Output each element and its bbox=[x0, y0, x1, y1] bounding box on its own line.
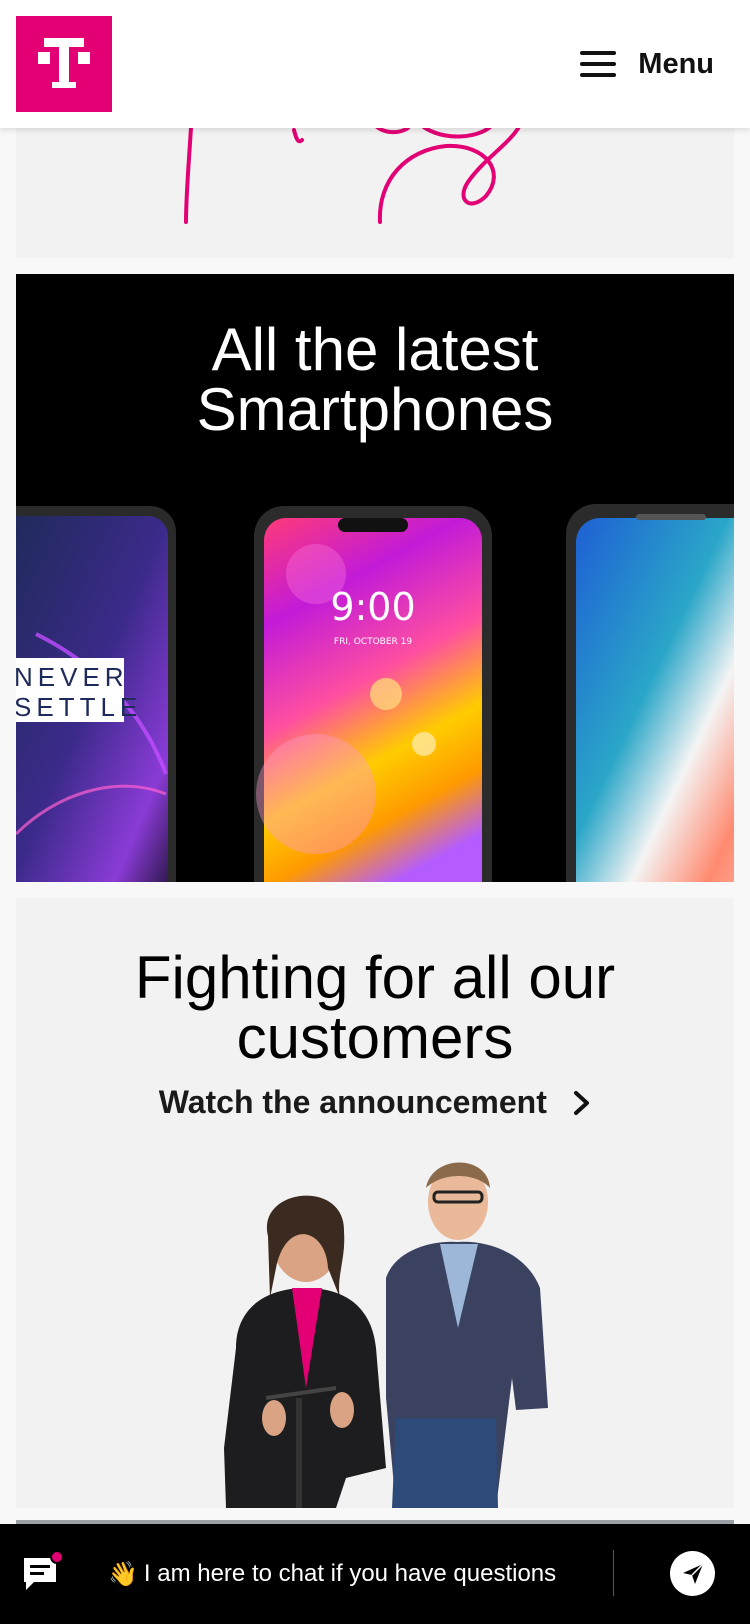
chat-prompt[interactable]: 👋 I am here to chat if you have question… bbox=[108, 1524, 556, 1624]
watch-announcement-label: Watch the announcement bbox=[158, 1084, 547, 1120]
site-header: Menu bbox=[0, 0, 750, 128]
smartphones-title: All the latest Smartphones bbox=[16, 320, 734, 440]
t-mobile-logo[interactable] bbox=[16, 16, 112, 112]
smartphones-title-line2: Smartphones bbox=[196, 376, 554, 443]
watch-announcement-link[interactable]: Watch the announcement bbox=[16, 1084, 734, 1121]
menu-label: Menu bbox=[638, 47, 714, 80]
signature-card bbox=[16, 110, 734, 258]
chat-divider bbox=[613, 1550, 614, 1596]
phone-time: 9:00 bbox=[330, 585, 415, 629]
wave-emoji: 👋 bbox=[108, 1560, 138, 1588]
settle-text: SETTLE bbox=[16, 692, 142, 722]
smartphones-title-line1: All the latest bbox=[211, 316, 539, 383]
phone-date: FRI, OCTOBER 19 bbox=[334, 637, 412, 647]
menu-button[interactable]: Menu bbox=[580, 42, 714, 86]
send-arrow-icon bbox=[682, 1562, 704, 1584]
fighting-card: Fighting for all our customers Watch the… bbox=[16, 898, 734, 1508]
fighting-title-line1: Fighting for all our bbox=[134, 944, 616, 1011]
never-text: NEVER bbox=[16, 662, 129, 692]
fighting-title: Fighting for all our customers bbox=[16, 948, 734, 1068]
smartphones-card[interactable]: NEVER SETTLE 9:00 FRI, OCTOBER 19 All th… bbox=[16, 274, 734, 882]
chat-bar: 👋 I am here to chat if you have question… bbox=[0, 1524, 750, 1624]
executives-photo bbox=[224, 1162, 548, 1508]
chat-message: I am here to chat if you have questions bbox=[143, 1560, 557, 1587]
t-logo-icon bbox=[38, 38, 90, 88]
fighting-title-line2: customers bbox=[236, 1004, 514, 1071]
chevron-right-icon bbox=[574, 1090, 590, 1115]
chat-button[interactable] bbox=[20, 1550, 64, 1594]
signature-graphic bbox=[184, 110, 524, 224]
send-button[interactable] bbox=[670, 1551, 715, 1596]
notification-dot bbox=[50, 1550, 64, 1564]
hamburger-icon bbox=[580, 51, 617, 77]
